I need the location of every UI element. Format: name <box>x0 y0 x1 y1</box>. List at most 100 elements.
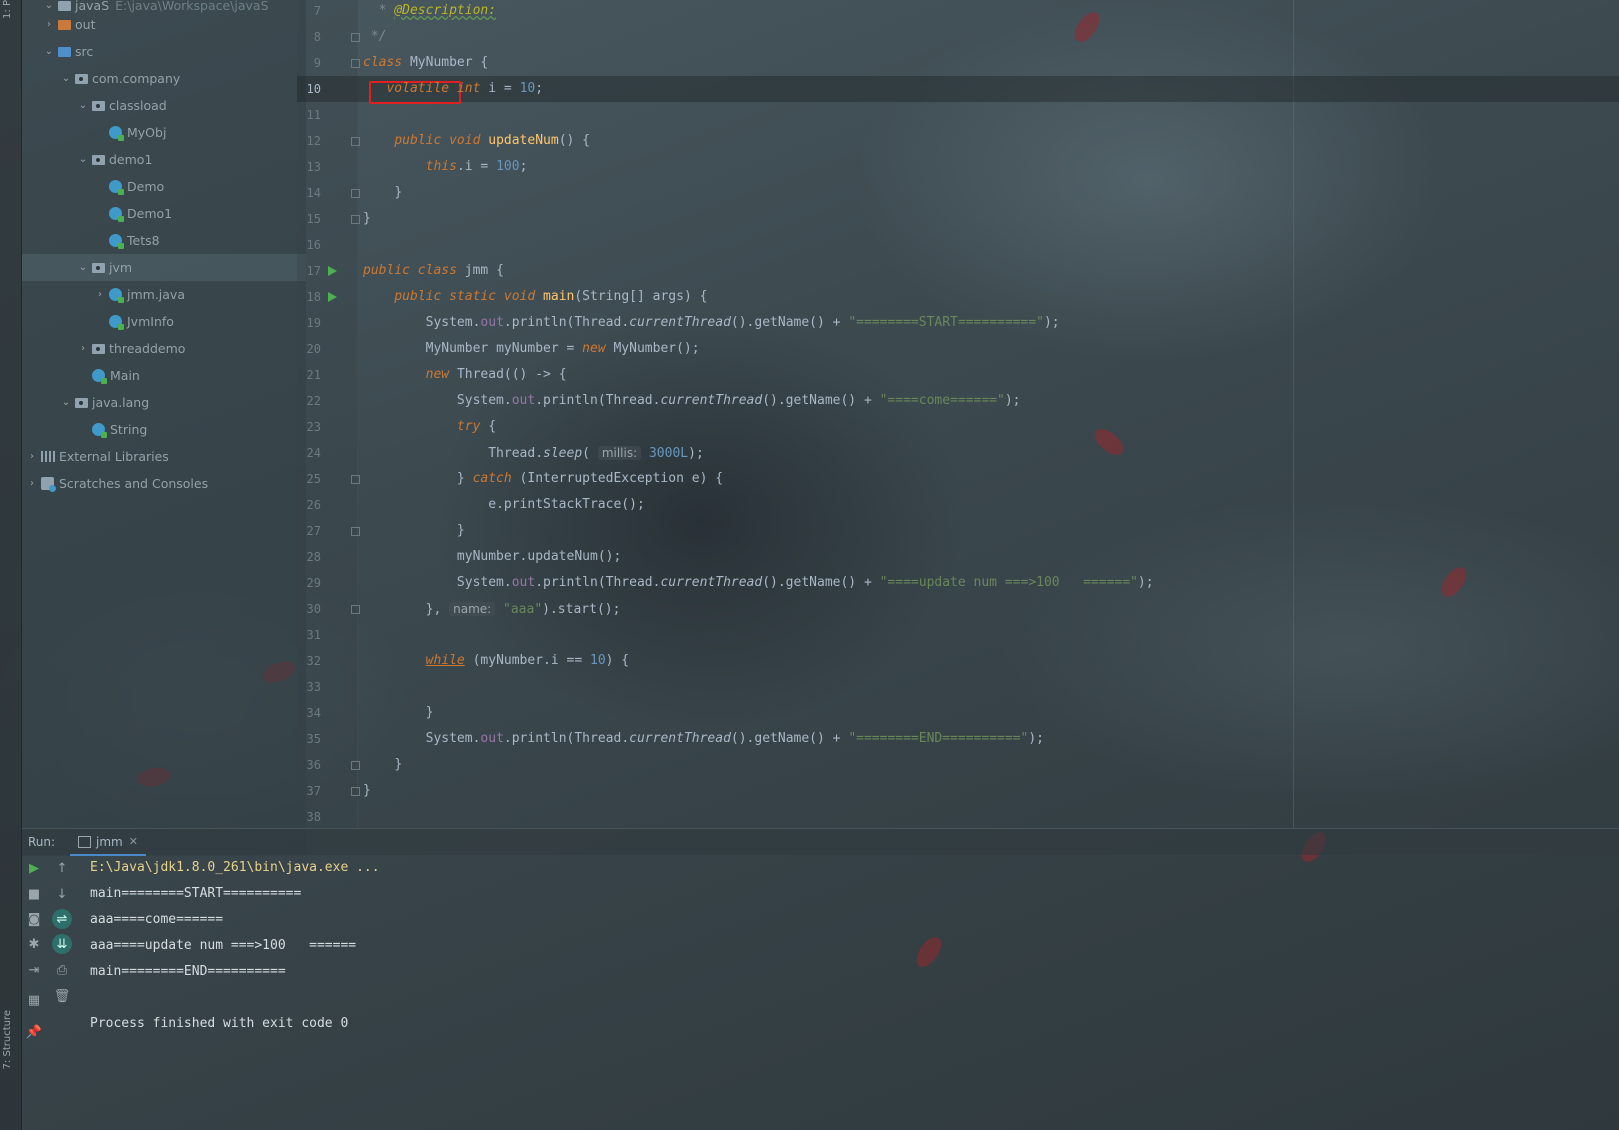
code-line-17: public class jmm { <box>363 263 504 278</box>
line-number: 35 <box>306 732 321 746</box>
tree-item[interactable]: ⌄ com.company <box>22 65 306 92</box>
tree-item[interactable]: Demo1 <box>22 200 306 227</box>
exit-icon[interactable]: ⇥ <box>24 960 44 980</box>
package-icon <box>75 397 88 408</box>
chevron-right-icon[interactable]: › <box>26 478 38 489</box>
chevron-down-icon[interactable]: ⌄ <box>60 73 72 84</box>
chevron-down-icon[interactable]: ⌄ <box>43 46 55 57</box>
chevron-down-icon[interactable]: ⌄ <box>77 100 89 111</box>
structure-tool-tab[interactable]: 7: Structure <box>2 1010 13 1069</box>
tree-item[interactable]: Demo <box>22 173 306 200</box>
tree-item-label: String <box>110 422 148 437</box>
trash-icon[interactable]: 🗑 <box>52 986 72 1006</box>
console-line: main========END========== <box>90 964 286 979</box>
source-folder-icon <box>58 46 71 57</box>
run-panel-header: Run: jmm ✕ <box>22 828 1619 856</box>
run-class-icon[interactable] <box>328 266 337 276</box>
code-line-14: } <box>394 185 403 200</box>
project-tool-tab[interactable]: 1: P <box>2 0 13 19</box>
fold-marker-icon[interactable] <box>351 475 360 484</box>
fold-marker-icon[interactable] <box>351 761 360 770</box>
chevron-right-icon[interactable]: › <box>26 451 38 462</box>
chevron-right-icon[interactable]: › <box>43 19 55 30</box>
tree-item[interactable]: ⌄ demo1 <box>22 146 306 173</box>
tree-item[interactable]: › jmm.java <box>22 281 306 308</box>
tree-item[interactable]: String <box>22 416 306 443</box>
tree-item[interactable]: ⌄ java.lang <box>22 389 306 416</box>
code-line-26: e.printStackTrace(); <box>488 497 645 512</box>
chevron-right-icon[interactable]: › <box>77 343 89 354</box>
fold-marker-icon[interactable] <box>351 787 360 796</box>
tree-item[interactable]: MyObj <box>22 119 306 146</box>
console-line: aaa====come====== <box>90 912 224 927</box>
soft-wrap-icon[interactable]: ⇌ <box>52 909 72 929</box>
tree-item[interactable]: ⌄ src <box>22 38 306 65</box>
java-class-icon <box>109 288 124 303</box>
tree-item-label: Main <box>110 368 140 383</box>
camera-icon[interactable]: ◙ <box>24 909 44 929</box>
folder-icon <box>58 19 71 30</box>
fold-marker-icon[interactable] <box>351 215 360 224</box>
code-line-27: } <box>456 523 465 538</box>
run-toolbar: ▶ ↑ ■ ↓ ◙ ⇌ ✱ ⇊ ⇥ ⎙ ▦ 🗑 📌 <box>22 855 78 1130</box>
tree-item[interactable]: ⌄ jvm <box>22 254 306 281</box>
package-icon <box>92 262 105 273</box>
left-tool-strip: 1: P 7: Structure <box>0 0 22 1130</box>
tree-item[interactable]: Main <box>22 362 306 389</box>
line-number: 26 <box>306 498 321 512</box>
tree-item[interactable]: › threaddemo <box>22 335 306 362</box>
fold-marker-icon[interactable] <box>351 33 360 42</box>
debug-icon[interactable]: ✱ <box>24 934 44 954</box>
tree-item[interactable]: JvmInfo <box>22 308 306 335</box>
up-arrow-icon[interactable]: ↑ <box>52 858 72 878</box>
run-main-icon[interactable] <box>328 292 337 302</box>
print-icon[interactable]: ⎙ <box>52 960 72 980</box>
code-line-10: volatile int i = 10; <box>386 81 544 96</box>
chevron-down-icon[interactable]: ⌄ <box>77 154 89 165</box>
scroll-to-end-icon[interactable]: ⇊ <box>52 934 72 954</box>
pin-icon[interactable]: 📌 <box>24 1022 44 1042</box>
run-tab-jmm[interactable]: jmm ✕ <box>70 829 146 856</box>
code-line-34: } <box>425 705 434 720</box>
tree-item-label: jmm.java <box>127 287 185 302</box>
chevron-down-icon[interactable]: ⌄ <box>43 0 55 11</box>
background-petal <box>1069 7 1105 47</box>
tree-item[interactable]: Tets8 <box>22 227 306 254</box>
layout-icon[interactable]: ▦ <box>24 990 44 1010</box>
fold-marker-icon[interactable] <box>351 137 360 146</box>
background-petal <box>1436 562 1472 602</box>
java-class-icon <box>109 315 124 330</box>
tree-item[interactable]: › External Libraries <box>22 443 306 470</box>
fold-marker-icon[interactable] <box>351 527 360 536</box>
rerun-icon[interactable]: ▶ <box>24 858 44 878</box>
line-number: 14 <box>306 186 321 200</box>
console-line: aaa====update num ===>100 ====== <box>90 938 357 953</box>
fold-marker-icon[interactable] <box>351 59 360 68</box>
tree-item-label: MyObj <box>127 125 167 140</box>
project-tree: ⌄ javaS E:\java\Workspace\javaS › out ⌄ src ⌄ co… <box>22 0 306 856</box>
stop-icon[interactable]: ■ <box>24 884 44 904</box>
code-line-19: System.out.println(Thread.currentThread(… <box>425 315 1060 330</box>
code-line-15: } <box>363 211 371 226</box>
tree-item-label: java.lang <box>92 395 150 410</box>
tree-item-label: out <box>75 17 96 32</box>
tree-item-label: demo1 <box>109 152 153 167</box>
chevron-down-icon[interactable]: ⌄ <box>77 262 89 273</box>
parameter-hint-millis: millis: <box>597 446 642 460</box>
module-icon <box>58 0 71 11</box>
close-icon[interactable]: ✕ <box>129 835 138 848</box>
tree-item[interactable]: ⌄ classload <box>22 92 306 119</box>
line-number: 7 <box>313 4 321 18</box>
tree-item-label: src <box>75 44 94 59</box>
line-number: 33 <box>306 680 321 694</box>
chevron-right-icon[interactable]: › <box>94 289 106 300</box>
java-class-icon <box>92 369 107 384</box>
line-number: 16 <box>306 238 321 252</box>
tree-item[interactable]: › Scratches and Consoles <box>22 470 306 497</box>
fold-marker-icon[interactable] <box>351 605 360 614</box>
background-petal <box>911 932 947 972</box>
tree-item[interactable]: › out <box>22 11 306 38</box>
down-arrow-icon[interactable]: ↓ <box>52 884 72 904</box>
chevron-down-icon[interactable]: ⌄ <box>60 397 72 408</box>
fold-marker-icon[interactable] <box>351 189 360 198</box>
